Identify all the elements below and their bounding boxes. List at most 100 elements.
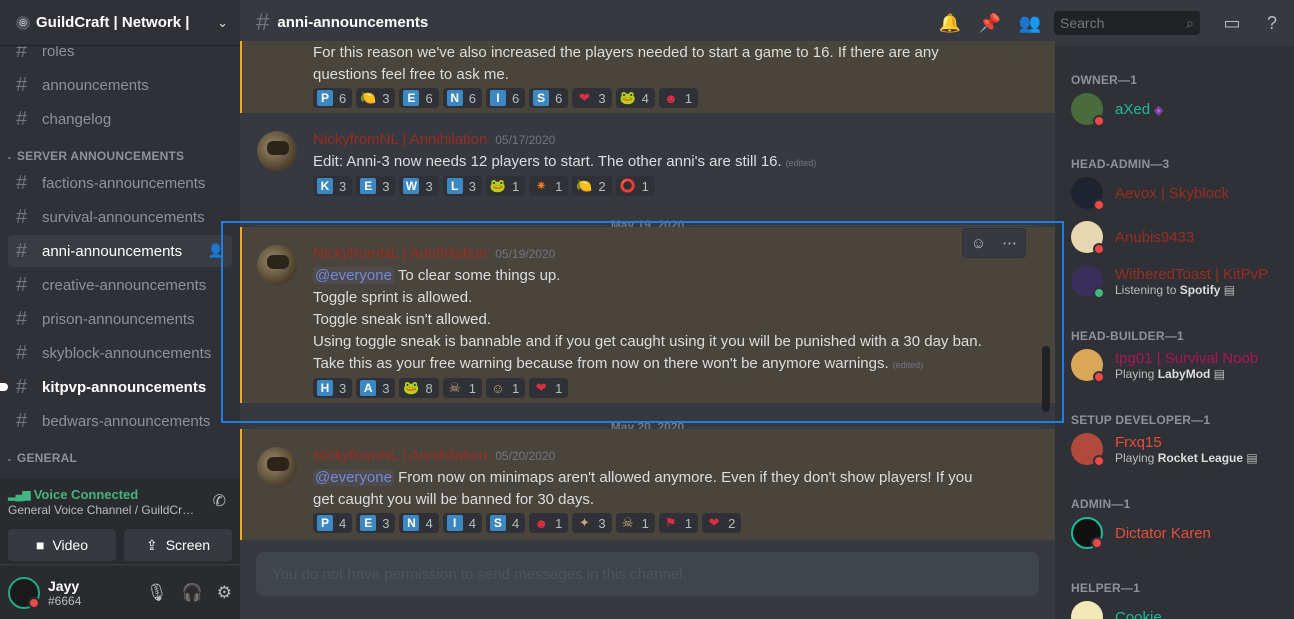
everyone-mention[interactable]: @everyone xyxy=(313,469,394,486)
author-name[interactable]: NickyfromNL | Annihilation xyxy=(313,131,487,148)
category-server-announcements[interactable]: ⌄ SERVER ANNOUNCEMENTS xyxy=(0,137,240,165)
avatar[interactable] xyxy=(8,576,40,609)
channel-anni-announcements[interactable]: # anni-announcements 👤 xyxy=(8,235,232,267)
author-name[interactable]: NickyfromNL | Annihilation xyxy=(313,245,487,262)
settings-gear-icon[interactable]: ⚙ xyxy=(217,583,232,603)
reaction-button[interactable]: S6 xyxy=(529,88,569,108)
reaction-button[interactable]: ☻ 1 xyxy=(658,88,699,108)
member-activity: Listening to Spotify ▤ xyxy=(1115,282,1236,297)
author-avatar[interactable] xyxy=(257,131,297,171)
member-item[interactable]: tpg01 | Survival Noob Playing LabyMod ▤ xyxy=(1071,344,1286,386)
video-button[interactable]: ■ Video xyxy=(8,529,116,561)
reaction-button[interactable]: ☻ 1 xyxy=(529,513,569,533)
message-line: Using toggle sneak is bannable and if yo… xyxy=(313,333,982,350)
reaction-button[interactable]: 🐸 1 xyxy=(485,176,526,196)
reaction-count: 4 xyxy=(425,515,433,531)
member-item[interactable]: Cookie xyxy=(1071,596,1286,619)
reaction-button[interactable]: ✷ 1 xyxy=(529,176,569,196)
reaction-button[interactable]: 🐸 4 xyxy=(615,88,655,108)
voice-channel-name[interactable]: General Voice Channel / GuildCraft | Net… xyxy=(8,503,198,517)
reaction-button[interactable]: E3 xyxy=(356,176,396,196)
server-header[interactable]: ◎ GuildCraft | Network | ⌄ xyxy=(0,0,240,46)
reaction-button[interactable]: W3 xyxy=(399,176,439,196)
reaction-button[interactable]: L3 xyxy=(442,176,482,196)
help-icon[interactable]: ? xyxy=(1252,13,1292,34)
reaction-button[interactable]: K3 xyxy=(313,176,353,196)
author-avatar[interactable] xyxy=(257,447,297,487)
reaction-emoji: P xyxy=(317,515,333,531)
message-timestamp: 05/20/2020 xyxy=(495,449,556,463)
member-item[interactable]: Frxq15 Playing Rocket League ▤ xyxy=(1071,428,1286,470)
inbox-icon[interactable]: ▭ xyxy=(1212,13,1252,34)
channel-bedwars-announcements[interactable]: # bedwars-announcements xyxy=(8,405,232,437)
channel-prison-announcements[interactable]: # prison-announcements xyxy=(8,303,232,335)
message-group: For this reason we've also increased the… xyxy=(240,41,1055,113)
member-item[interactable]: Anubis9433 xyxy=(1071,216,1286,258)
avatar xyxy=(1071,93,1105,127)
member-item[interactable]: Aevox | Skyblock xyxy=(1071,172,1286,214)
reaction-button[interactable]: E6 xyxy=(399,88,439,108)
category-general[interactable]: ⌄ GENERAL xyxy=(0,439,240,467)
reaction-button[interactable]: ❤ 1 xyxy=(529,378,569,398)
avatar xyxy=(1071,433,1105,467)
more-options-icon[interactable]: ⋯ xyxy=(1002,234,1017,252)
reaction-button[interactable]: ⭕ 1 xyxy=(615,176,655,196)
reaction-button[interactable]: N6 xyxy=(442,88,482,108)
mute-icon[interactable]: 🎙 xyxy=(146,583,168,603)
member-name: Frxq15 xyxy=(1115,433,1162,451)
channel-announcements[interactable]: # announcements xyxy=(8,69,232,101)
channel-kitpvp-announcements[interactable]: # kitpvp-announcements xyxy=(0,371,232,403)
invite-member-icon[interactable]: 👤 xyxy=(208,243,224,259)
channel-skyblock-announcements[interactable]: # skyblock-announcements xyxy=(8,337,232,369)
channel-survival-announcements[interactable]: # survival-announcements xyxy=(8,201,232,233)
reaction-button[interactable]: I4 xyxy=(442,513,482,533)
reaction-count: 3 xyxy=(382,380,390,396)
reaction-button[interactable]: A3 xyxy=(356,378,396,398)
reaction-button[interactable]: P6 xyxy=(313,88,353,108)
everyone-mention[interactable]: @everyone xyxy=(313,267,394,284)
channel-factions-announcements[interactable]: # factions-announcements xyxy=(8,167,232,199)
channel-creative-announcements[interactable]: # creative-announcements xyxy=(8,269,232,301)
reaction-button[interactable]: ☠ 1 xyxy=(615,513,655,533)
deafen-icon[interactable]: 🎧 xyxy=(182,583,203,603)
pin-icon[interactable]: 📌 xyxy=(970,13,1010,34)
reaction-button[interactable]: P4 xyxy=(313,513,353,533)
screen-share-button[interactable]: ⇪ Screen xyxy=(124,529,232,561)
reaction-button[interactable]: ✦ 3 xyxy=(572,513,612,533)
role-header: SETUP DEVELOPER—1 xyxy=(1071,413,1211,427)
search-input[interactable]: Search ⌕ xyxy=(1054,11,1200,35)
reaction-count: 3 xyxy=(598,515,606,531)
bell-icon[interactable]: 🔔 xyxy=(930,13,970,34)
reaction-button[interactable]: ☺ 1 xyxy=(485,378,526,398)
member-item[interactable]: Dictator Karen xyxy=(1071,512,1286,554)
channel-label: bedwars-announcements xyxy=(42,412,211,430)
reaction-button[interactable]: S4 xyxy=(485,513,526,533)
member-item[interactable]: WitheredToast | KitPvP Listening to Spot… xyxy=(1071,260,1286,302)
reaction-button[interactable]: 🍋 2 xyxy=(572,176,612,196)
reaction-button[interactable]: ⚑ 1 xyxy=(658,513,699,533)
chevron-down-icon[interactable]: ⌄ xyxy=(217,15,228,31)
reaction-emoji: ☻ xyxy=(534,515,549,531)
disconnect-icon[interactable]: ✆ xyxy=(213,491,226,511)
add-reaction-icon[interactable]: ☺ xyxy=(971,235,986,252)
voice-status[interactable]: ▂▄▆ Voice Connected xyxy=(8,487,232,502)
reaction-button[interactable]: ☠ 1 xyxy=(442,378,482,398)
reaction-button[interactable]: E3 xyxy=(356,513,396,533)
channel-label: creative-announcements xyxy=(42,276,207,294)
reaction-button[interactable]: 🍋 3 xyxy=(356,88,396,108)
channel-title: anni-announcements xyxy=(277,14,429,31)
author-name[interactable]: NickyfromNL | Annihilation xyxy=(313,447,487,464)
reaction-button[interactable]: I6 xyxy=(485,88,526,108)
scrollbar-thumb[interactable] xyxy=(1042,346,1050,412)
reaction-button[interactable]: ❤ 2 xyxy=(702,513,742,533)
author-avatar[interactable] xyxy=(257,245,297,285)
channel-changelog[interactable]: # changelog xyxy=(8,103,232,135)
member-item[interactable]: aXed ◈ xyxy=(1071,88,1286,130)
reaction-button[interactable]: N4 xyxy=(399,513,439,533)
message-line: Toggle sneak isn't allowed. xyxy=(313,311,491,328)
reaction-emoji: W xyxy=(403,178,420,194)
member-list-icon[interactable]: 👥 xyxy=(1010,13,1050,34)
reaction-button[interactable]: H3 xyxy=(313,378,353,398)
reaction-button[interactable]: ❤ 3 xyxy=(572,88,612,108)
reaction-button[interactable]: 🐸 8 xyxy=(399,378,439,398)
